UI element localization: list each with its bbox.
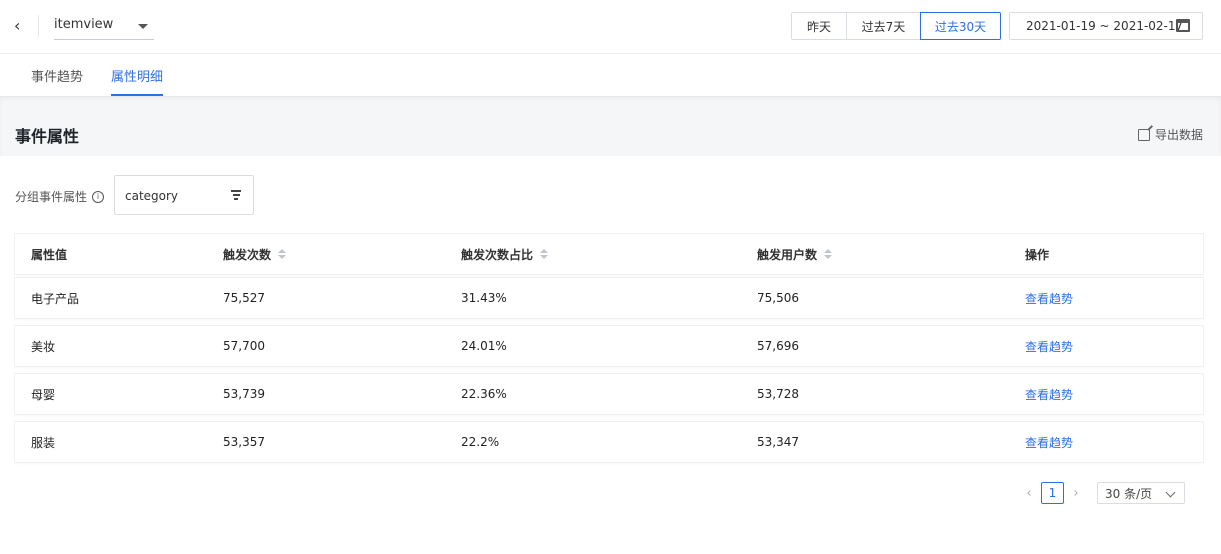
group-by-select[interactable]: category <box>114 175 254 215</box>
cell-trigger-users: 53,347 <box>757 435 799 449</box>
table-row: 电子产品 75,527 31.43% 75,506 查看趋势 <box>15 278 1203 318</box>
group-by-label: 分组事件属性 i <box>15 188 105 205</box>
range-yesterday-button[interactable]: 昨天 <box>791 12 847 40</box>
cell-trigger-users: 53,728 <box>757 387 799 401</box>
cell-trigger-count: 53,739 <box>223 387 265 401</box>
cell-property-value: 电子产品 <box>31 291 80 306</box>
sort-icon[interactable] <box>824 249 833 259</box>
header-trigger-ratio[interactable]: 触发次数占比 <box>461 234 549 274</box>
cell-property-value: 母婴 <box>31 387 56 402</box>
cell-trigger-ratio: 22.2% <box>461 435 500 449</box>
range-30days-button[interactable]: 过去30天 <box>920 12 1001 40</box>
header-trigger-users[interactable]: 触发用户数 <box>757 234 833 274</box>
table-header-row: 属性值 触发次数 触发次数占比 触发用户数 操作 <box>15 234 1203 274</box>
view-trend-link[interactable]: 查看趋势 <box>1025 326 1073 366</box>
info-icon[interactable]: i <box>92 190 105 203</box>
date-range-picker[interactable]: 2021-01-19 ~ 2021-02-17 <box>1009 12 1203 40</box>
sort-icon[interactable] <box>278 249 287 259</box>
page-size-select[interactable]: 30 条/页 <box>1097 482 1185 504</box>
header-action: 操作 <box>1025 247 1050 262</box>
tab-event-trend[interactable]: 事件趋势 <box>31 55 83 96</box>
caret-down-icon <box>138 24 148 29</box>
event-select[interactable]: itemview <box>54 12 154 40</box>
view-trend-link[interactable]: 查看趋势 <box>1025 422 1073 462</box>
cell-trigger-count: 53,357 <box>223 435 265 449</box>
view-trend-link[interactable]: 查看趋势 <box>1025 374 1073 414</box>
group-by-label-text: 分组事件属性 <box>15 190 88 204</box>
view-trend-link[interactable]: 查看趋势 <box>1025 278 1073 318</box>
date-range-buttons: 昨天 过去7天 过去30天 <box>791 12 1001 40</box>
export-data-button[interactable]: 导出数据 <box>1137 126 1203 143</box>
cell-trigger-ratio: 22.36% <box>461 387 507 401</box>
cell-trigger-count: 57,700 <box>223 339 265 353</box>
date-range-text: 2021-01-19 ~ 2021-02-17 <box>1026 19 1184 33</box>
top-bar: ‹ itemview 昨天 过去7天 过去30天 2021-01-19 ~ 20… <box>0 0 1221 54</box>
prev-page-icon[interactable]: ‹ <box>1020 482 1038 504</box>
export-label: 导出数据 <box>1154 128 1203 142</box>
cell-trigger-users: 75,506 <box>757 291 799 305</box>
cell-trigger-count: 75,527 <box>223 291 265 305</box>
table-row: 母婴 53,739 22.36% 53,728 查看趋势 <box>15 374 1203 414</box>
cell-trigger-users: 57,696 <box>757 339 799 353</box>
tab-property-detail[interactable]: 属性明细 <box>111 55 164 96</box>
range-7days-button[interactable]: 过去7天 <box>846 12 921 40</box>
back-icon[interactable]: ‹ <box>14 16 28 36</box>
table-row: 服装 53,357 22.2% 53,347 查看趋势 <box>15 422 1203 462</box>
section-header <box>0 96 1221 156</box>
pagination: ‹ 1 › 30 条/页 <box>1020 482 1185 504</box>
calendar-icon <box>1176 19 1190 32</box>
chevron-down-icon <box>1165 487 1176 498</box>
page-number[interactable]: 1 <box>1041 482 1064 504</box>
divider <box>38 15 39 37</box>
cell-property-value: 美妆 <box>31 339 56 354</box>
tab-bar: 事件趋势 属性明细 <box>0 55 1221 96</box>
section-title: 事件属性 <box>15 127 80 146</box>
header-trigger-count[interactable]: 触发次数 <box>223 234 287 274</box>
header-property-value: 属性值 <box>31 247 68 262</box>
sort-icon[interactable] <box>540 249 549 259</box>
table-row: 美妆 57,700 24.01% 57,696 查看趋势 <box>15 326 1203 366</box>
group-by-value: category <box>125 189 179 203</box>
event-select-value: itemview <box>54 17 114 32</box>
edit-icon <box>1137 128 1150 141</box>
cell-trigger-ratio: 31.43% <box>461 291 507 305</box>
filter-icon <box>231 190 241 202</box>
next-page-icon[interactable]: › <box>1067 482 1085 504</box>
page-size-value: 30 条/页 <box>1105 486 1153 501</box>
cell-property-value: 服装 <box>31 435 56 450</box>
cell-trigger-ratio: 24.01% <box>461 339 507 353</box>
